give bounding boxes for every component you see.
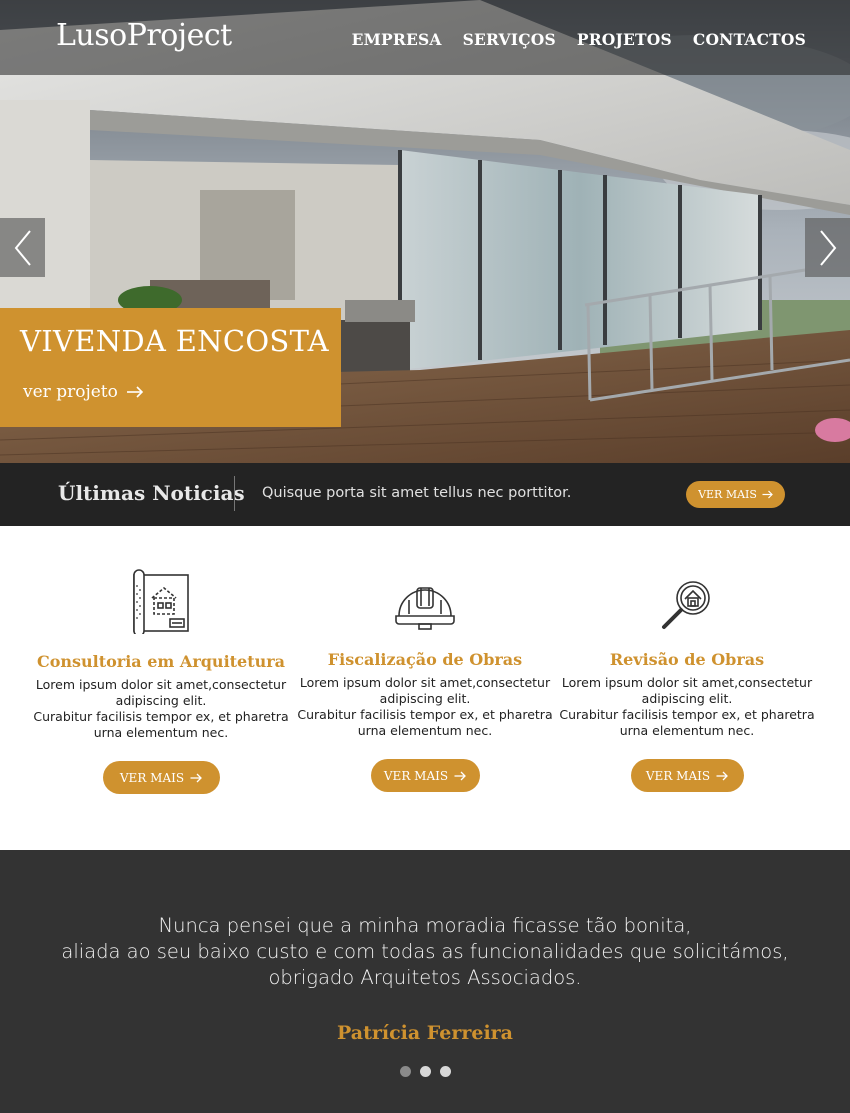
slide-caption: VIVENDA ENCOSTA ver projeto — [0, 308, 341, 427]
nav-projetos[interactable]: PROJETOS — [577, 30, 672, 49]
view-project-label: ver projeto — [23, 382, 118, 402]
nav-contactos[interactable]: CONTACTOS — [693, 30, 806, 49]
testimonial-section: Nunca pensei que a minha moradia ficasse… — [0, 850, 850, 1113]
arrow-right-icon — [762, 490, 773, 499]
news-more-button[interactable]: VER MAIS — [686, 481, 785, 508]
testimonial-pagination — [0, 1066, 850, 1077]
arrow-right-icon — [716, 771, 729, 780]
news-more-label: VER MAIS — [698, 488, 757, 501]
service-description: Lorem ipsum dolor sit amet,consectetur a… — [297, 675, 553, 738]
service-more-label: VER MAIS — [383, 768, 449, 783]
service-more-button[interactable]: VER MAIS — [102, 761, 220, 794]
testimonial-quote: Nunca pensei que a minha moradia ficasse… — [61, 914, 789, 989]
hard-hat-icon — [395, 587, 455, 630]
news-headline[interactable]: Quisque porta sit amet tellus nec portti… — [262, 485, 571, 501]
slider-prev-button[interactable] — [0, 218, 45, 277]
testimonial-dot-3[interactable] — [439, 1066, 451, 1077]
arrow-right-icon — [454, 771, 467, 780]
service-more-label: VER MAIS — [119, 770, 185, 785]
arrow-right-icon — [126, 386, 143, 398]
slide-title: VIVENDA ENCOSTA — [20, 324, 329, 358]
testimonial-dot-1[interactable] — [399, 1066, 411, 1077]
top-navbar: LusoProject EMPRESA SERVIÇOS PROJETOS CO… — [0, 0, 850, 75]
chevron-right-icon — [819, 229, 836, 266]
site-logo[interactable]: LusoProject — [56, 18, 232, 53]
news-bar: Últimas Noticias Quisque porta sit amet … — [0, 463, 850, 526]
news-divider — [234, 476, 235, 511]
hero-slider: LusoProject EMPRESA SERVIÇOS PROJETOS CO… — [0, 0, 850, 463]
testimonial-author: Patrícia Ferreira — [337, 1022, 513, 1044]
chevron-left-icon — [14, 229, 31, 266]
service-description: Lorem ipsum dolor sit amet,consectetur a… — [33, 677, 289, 740]
service-more-button[interactable]: VER MAIS — [630, 759, 744, 792]
service-card-fiscalizacao: Fiscalização de Obras Lorem ipsum dolor … — [295, 560, 555, 792]
service-card-revisao: Revisão de Obras Lorem ipsum dolor sit a… — [557, 560, 817, 792]
nav-servicos[interactable]: SERVIÇOS — [463, 30, 556, 49]
service-more-button[interactable]: VER MAIS — [370, 759, 480, 792]
service-card-consultoria: Consultoria em Arquitetura Lorem ipsum d… — [31, 562, 291, 794]
nav-empresa[interactable]: EMPRESA — [352, 30, 442, 49]
service-description: Lorem ipsum dolor sit amet,consectetur a… — [559, 675, 815, 738]
main-nav: EMPRESA SERVIÇOS PROJETOS CONTACTOS — [352, 30, 806, 49]
news-title: Últimas Noticias — [58, 481, 245, 505]
testimonial-dot-2[interactable] — [419, 1066, 431, 1077]
service-title: Consultoria em Arquitetura — [36, 652, 286, 671]
services-section: Consultoria em Arquitetura Lorem ipsum d… — [0, 526, 850, 850]
slider-next-button[interactable] — [805, 218, 850, 277]
house-search-icon — [662, 581, 710, 629]
blueprint-icon — [133, 569, 189, 634]
view-project-link[interactable]: ver projeto — [23, 382, 144, 402]
service-title: Revisão de Obras — [609, 650, 765, 669]
service-title: Fiscalização de Obras — [327, 650, 523, 669]
service-more-label: VER MAIS — [645, 768, 711, 783]
arrow-right-icon — [190, 773, 203, 782]
